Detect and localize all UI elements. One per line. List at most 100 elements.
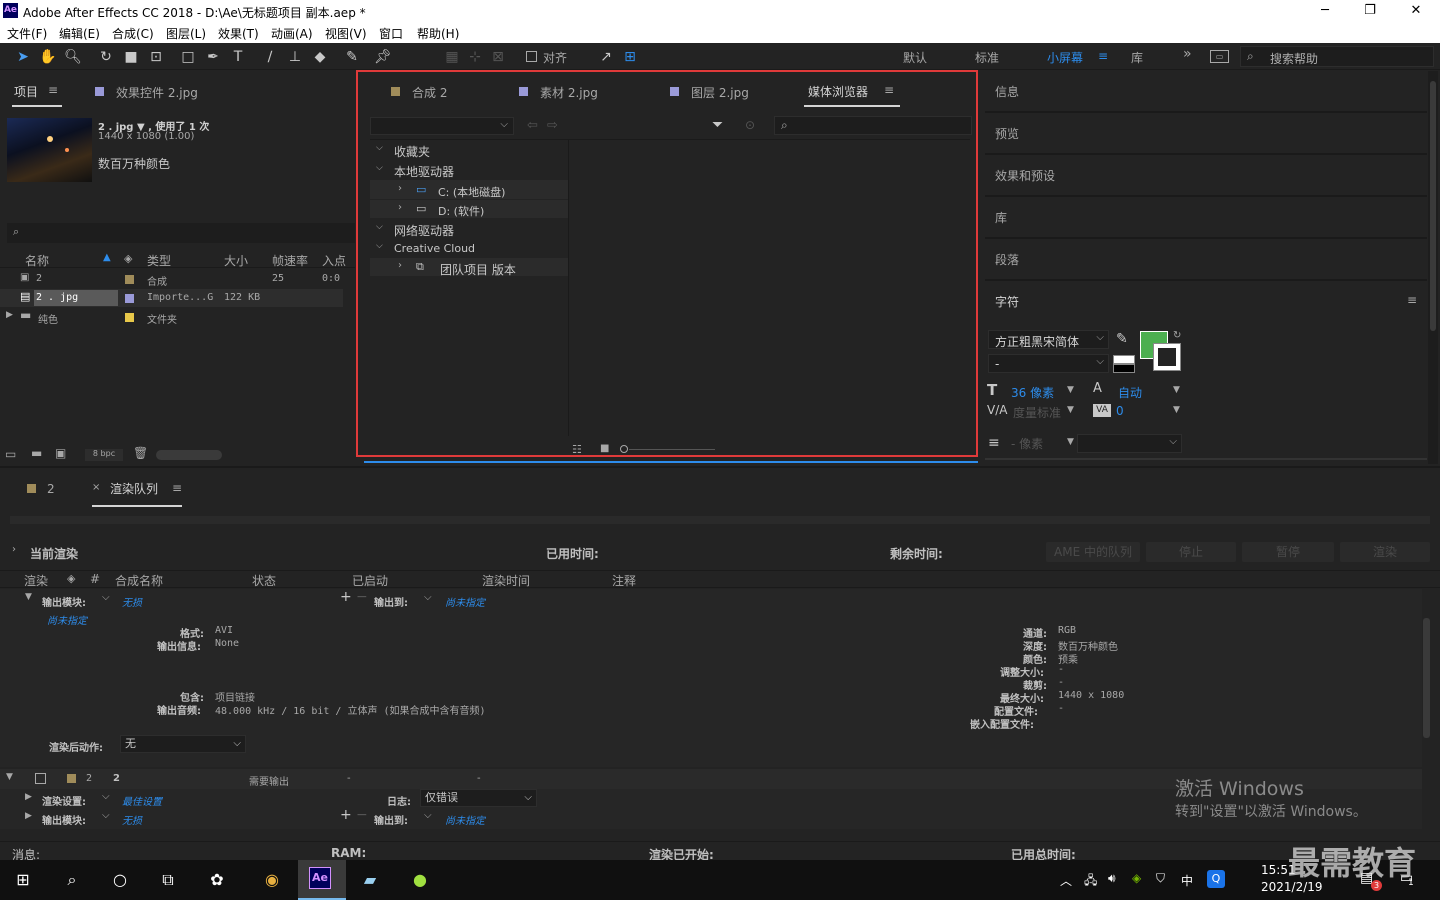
workspace-library[interactable]: 库 — [1131, 49, 1143, 66]
roto-brush-tool-icon[interactable]: ✎ — [342, 47, 362, 67]
rectangle-tool-icon[interactable]: □ — [178, 47, 198, 67]
pause-button[interactable]: 暂停 — [1242, 542, 1334, 562]
new-composition-icon[interactable]: ▣ — [55, 446, 66, 460]
eraser-tool-icon[interactable]: ◆ — [310, 47, 330, 67]
chevron-down-icon[interactable]: ▼ — [1067, 385, 1074, 395]
expand-arrow-icon[interactable]: ▶ — [25, 811, 32, 821]
help-search-box[interactable]: ⌕ 搜索帮助 — [1240, 46, 1434, 67]
chevron-down-icon[interactable]: ⌵ — [102, 810, 110, 821]
post-render-select[interactable]: 无 ⌵ — [120, 735, 246, 753]
zoom-tool-icon[interactable]: 🔍︎ — [63, 47, 83, 67]
menu-edit[interactable]: 编辑(E) — [59, 25, 100, 42]
help-search-input[interactable]: 搜索帮助 — [1270, 50, 1318, 67]
column-size[interactable]: 大小 — [224, 252, 248, 269]
ime-indicator[interactable]: 中 — [1181, 872, 1193, 889]
render-queue-menu-icon[interactable]: ≡ — [172, 481, 182, 495]
column-name[interactable]: 名称 — [25, 252, 49, 269]
menu-composition[interactable]: 合成(C) — [112, 25, 154, 42]
qq-icon[interactable]: Q — [1207, 870, 1225, 888]
thumbnail-scroll-slider[interactable] — [156, 450, 222, 460]
stroke-width-value[interactable]: - 像素 — [1011, 435, 1043, 452]
preview-panel-tab[interactable]: 预览 — [995, 125, 1019, 142]
menu-animation[interactable]: 动画(A) — [271, 25, 313, 42]
remove-output-icon[interactable]: − — [356, 589, 368, 605]
output-to-link[interactable]: 尚未指定 — [445, 594, 485, 609]
snap-options-icon[interactable]: ⊞ — [620, 47, 640, 67]
camera-tool-icon[interactable]: ■ — [121, 47, 141, 67]
after-effects-taskbar-button[interactable]: Ae — [298, 860, 346, 900]
column-in-point[interactable]: 入点 — [322, 252, 346, 269]
font-style-select[interactable]: - ⌵ — [988, 354, 1109, 373]
expand-arrow-icon[interactable]: ▶ — [25, 792, 32, 802]
menu-layer[interactable]: 图层(L) — [166, 25, 206, 42]
label-color-swatch[interactable] — [125, 294, 134, 303]
trash-icon[interactable]: 🗑︎ — [133, 446, 148, 460]
tab-effect-controls[interactable]: 效果控件 2.jpg — [116, 84, 198, 101]
column-render-time[interactable]: 渲染时间 — [482, 572, 530, 589]
output-module-link[interactable]: 无损 — [122, 812, 142, 827]
start-windows-icon[interactable]: ⊞ — [8, 866, 38, 894]
rotate-tool-icon[interactable]: ↻ — [96, 47, 116, 67]
chevron-down-icon[interactable]: ⌵ — [102, 791, 110, 802]
puppet-pin-tool-icon[interactable]: 📌︎ — [373, 47, 393, 67]
table-row[interactable]: ▣ 2 合成 25 0:0 — [0, 270, 343, 288]
add-output-icon[interactable]: + — [340, 807, 352, 823]
libraries-panel-tab[interactable]: 库 — [995, 209, 1007, 226]
chevron-down-icon[interactable]: ⌵ — [424, 592, 432, 603]
project-search-box[interactable]: ⌕ — [7, 223, 355, 243]
align-checkbox[interactable] — [526, 51, 537, 62]
task-view-icon[interactable]: ⧉ — [153, 866, 183, 894]
cortana-icon[interactable]: ○ — [105, 866, 135, 894]
maximize-button[interactable]: ❐ — [1347, 0, 1393, 23]
menu-help[interactable]: 帮助(H) — [417, 25, 459, 42]
unspecified-link[interactable]: 尚未指定 — [47, 612, 87, 627]
pan-behind-tool-icon[interactable]: ⊡ — [146, 47, 166, 67]
info-panel-tab[interactable]: 信息 — [995, 83, 1019, 100]
label-tag-icon[interactable]: ◈ — [124, 252, 132, 265]
render-checkbox[interactable] — [35, 773, 46, 784]
expand-arrow-icon[interactable]: ▼ — [6, 772, 13, 782]
kerning-value[interactable]: 度量标准 — [1013, 404, 1061, 421]
security-shield-icon[interactable]: ⛉ — [1156, 871, 1165, 886]
scrollbar-thumb[interactable] — [1423, 618, 1430, 738]
render-settings-link[interactable]: 最佳设置 — [122, 793, 162, 808]
bit-depth-button[interactable]: 8 bpc — [85, 449, 123, 461]
chevron-down-icon[interactable]: ▼ — [1173, 405, 1180, 415]
column-started[interactable]: 已启动 — [352, 572, 388, 589]
network-icon[interactable]: 🖧︎ — [1084, 871, 1097, 892]
selection-tool-icon[interactable]: ➤ — [13, 47, 33, 67]
workspace-small-screen[interactable]: 小屏幕 — [1047, 49, 1083, 66]
column-comp-name[interactable]: 合成名称 — [115, 572, 163, 589]
table-row[interactable]: ▤ 2 . jpg Importe...G 122 KB — [0, 289, 343, 307]
volume-icon[interactable]: 🔊︎ — [1108, 871, 1116, 886]
render-button[interactable]: 渲染 — [1340, 542, 1430, 562]
output-to-link[interactable]: 尚未指定 — [445, 812, 485, 827]
chevron-down-icon[interactable]: ⌵ — [102, 592, 110, 603]
right-panel-scrollbar[interactable] — [1428, 71, 1438, 464]
column-fps[interactable]: 帧速率 — [272, 252, 308, 269]
leading-value[interactable]: 自动 — [1118, 384, 1142, 401]
column-comment[interactable]: 注释 — [612, 572, 636, 589]
project-menu-icon[interactable]: ≡ — [48, 83, 58, 97]
tracking-value[interactable]: 0 — [1116, 404, 1124, 418]
swap-colors-icon[interactable]: ↻ — [1173, 330, 1181, 341]
sort-ascending-icon[interactable]: ▲ — [103, 252, 111, 263]
tab-composition-2[interactable]: 2 — [47, 482, 55, 496]
column-number[interactable]: # — [90, 572, 100, 586]
chevron-down-icon[interactable]: ⌵ — [424, 810, 432, 821]
stroke-color-swatch[interactable] — [1153, 343, 1181, 371]
menu-file[interactable]: 文件(F) — [7, 25, 47, 42]
brush-tool-icon[interactable]: ∕ — [260, 47, 280, 67]
search-icon[interactable]: ⌕ — [57, 866, 87, 894]
new-folder-icon[interactable]: ▬ — [31, 446, 42, 460]
font-family-select[interactable]: 方正粗黑宋简体 ⌵ — [988, 330, 1109, 349]
close-tab-icon[interactable]: × — [92, 482, 100, 493]
menu-window[interactable]: 窗口 — [379, 25, 403, 42]
type-tool-icon[interactable]: T — [228, 47, 248, 67]
column-type[interactable]: 类型 — [147, 252, 171, 269]
stroke-type-select[interactable]: ⌵ — [1077, 434, 1182, 453]
close-button[interactable]: ✕ — [1393, 0, 1439, 23]
show-hidden-icons-chevron[interactable]: ︿ — [1060, 872, 1072, 889]
queue-in-ame-button[interactable]: AME 中的队列 — [1046, 542, 1140, 562]
white-swatch[interactable] — [1113, 355, 1135, 364]
